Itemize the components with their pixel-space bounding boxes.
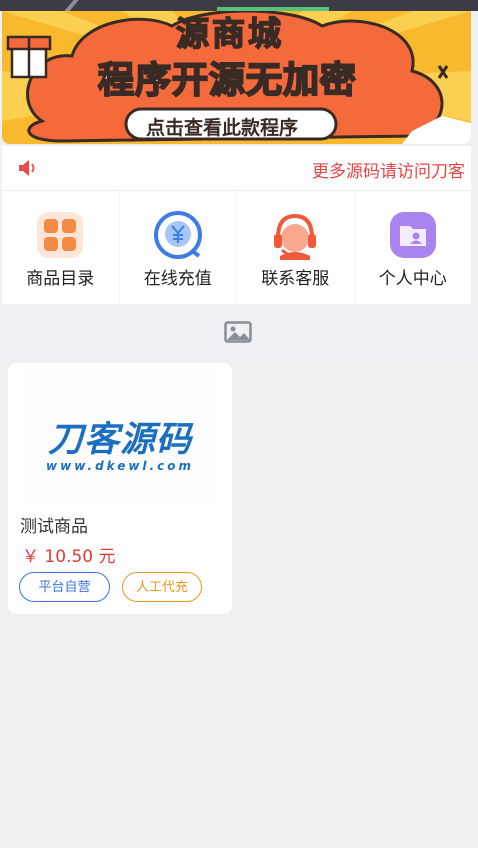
product-logo-text: 刀客源码: [47, 420, 192, 460]
menu-item-recharge[interactable]: 在线充值: [120, 191, 237, 304]
notice-bar[interactable]: 更多源码请访问刀客: [2, 146, 471, 191]
product-name: 测试商品: [20, 517, 88, 537]
notice-text: 更多源码请访问刀客: [312, 162, 465, 182]
banner-view-button-label[interactable]: 点击查看此款程序: [146, 113, 298, 140]
product-price: ￥ 10.50 元: [22, 547, 116, 567]
product-thumbnail: 刀客源码 www.dkewl.com: [24, 373, 216, 503]
banner-title-line2: 程序开源无加密: [97, 59, 358, 102]
menu-item-support[interactable]: 联系客服: [237, 191, 355, 304]
banner-title-line1: 源商城: [175, 13, 284, 54]
image-placeholder: [2, 305, 471, 357]
menu-item-profile[interactable]: 个人中心: [355, 191, 472, 304]
grid-icon: [37, 212, 84, 258]
menu-label-catalog: 商品目录: [26, 269, 95, 289]
speaker-icon: [19, 160, 35, 176]
quick-menu: 商品目录 在线充值 联系客服 个人中心: [2, 191, 471, 304]
menu-label-support: 联系客服: [261, 269, 330, 289]
product-card[interactable]: 刀客源码 www.dkewl.com 测试商品 ￥ 10.50 元 平台自营 人…: [8, 363, 232, 614]
menu-item-catalog[interactable]: 商品目录: [2, 191, 120, 304]
tag-self-operated: 平台自营: [19, 572, 110, 602]
headset-icon: [274, 213, 317, 260]
product-logo-url: www.dkewl.com: [46, 459, 194, 473]
user-folder-icon: [389, 212, 436, 258]
status-bar: [0, 0, 478, 15]
menu-label-recharge: 在线充值: [143, 269, 212, 289]
menu-label-profile: 个人中心: [378, 269, 447, 289]
promo-banner[interactable]: 源商城 程序开源无加密 点击查看此款程序: [2, 11, 471, 144]
image-icon: [224, 321, 252, 343]
yuan-recharge-icon: [153, 211, 202, 259]
tag-manual-recharge: 人工代充: [122, 572, 202, 602]
